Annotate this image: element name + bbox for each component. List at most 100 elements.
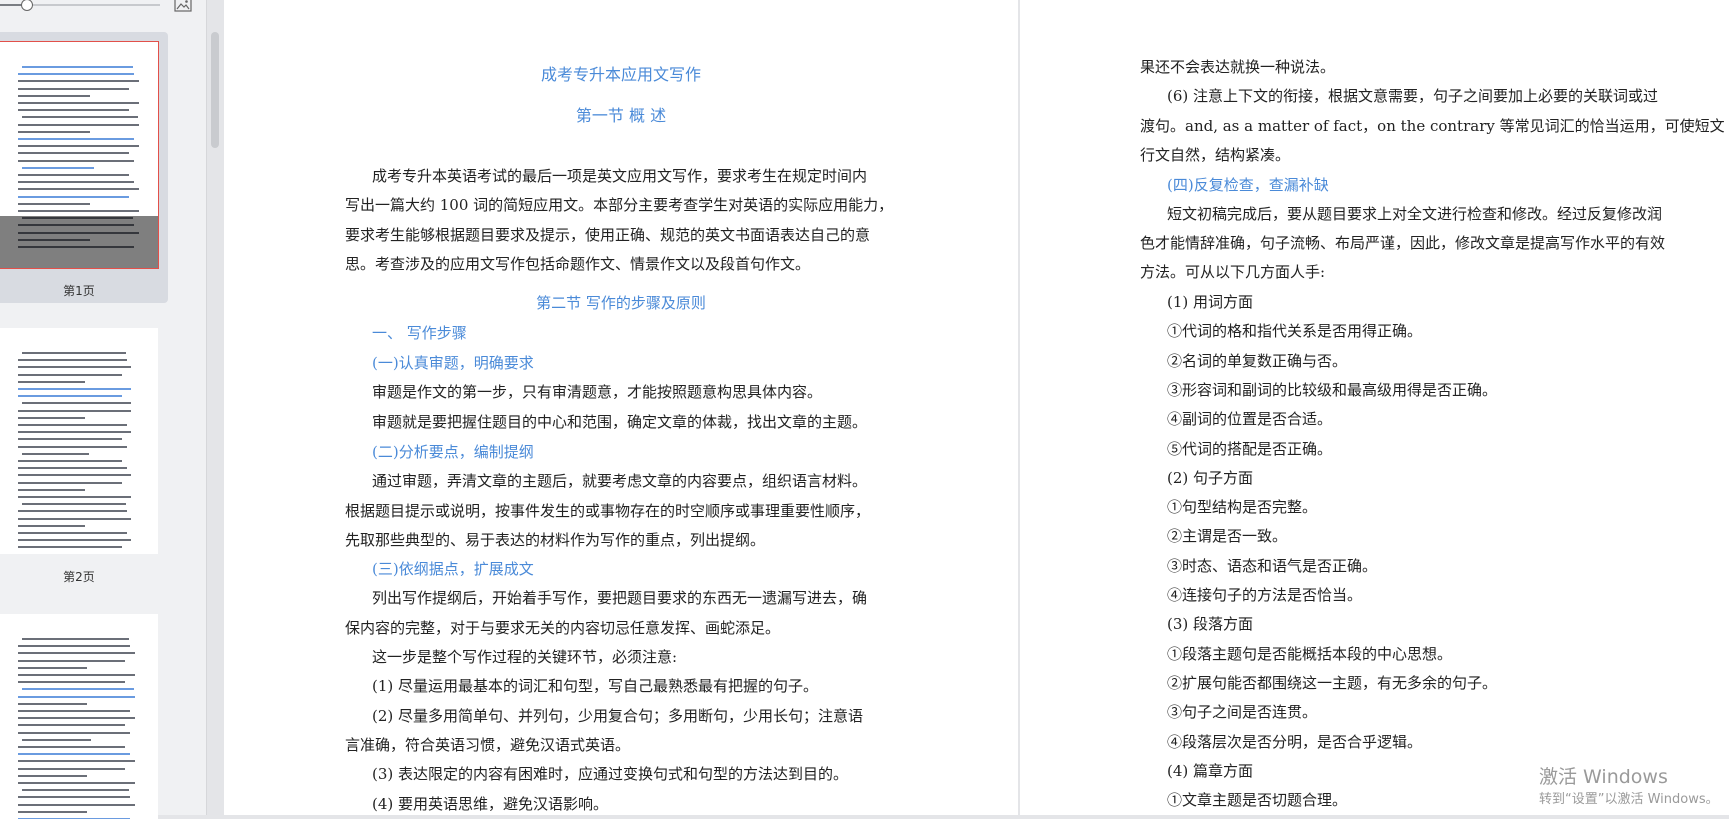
thumbnail-zoom-row bbox=[0, 0, 206, 18]
checklist-item: (2) 句子方面 bbox=[1167, 468, 1254, 487]
body-line: 保内容的完整，对于与要求无关的内容切忌任意发挥、画蛇添足。 bbox=[345, 619, 781, 637]
thumbnail-text-line bbox=[22, 452, 90, 455]
checklist-item: ④段落层次是否分明，是否合乎逻辑。 bbox=[1167, 732, 1423, 751]
thumbnail-text-line bbox=[22, 116, 138, 119]
thumbnail-text-line bbox=[18, 782, 136, 784]
checklist-item: ②主谓是否一致。 bbox=[1167, 527, 1288, 546]
thumbnail-text-line bbox=[22, 402, 131, 405]
thumbnail-text-line bbox=[18, 460, 122, 462]
thumbnail-page-3[interactable] bbox=[0, 604, 168, 819]
image-icon[interactable] bbox=[174, 0, 192, 12]
thumbnail-text-line bbox=[18, 753, 131, 756]
checklist-item: ④连接句子的方法是否恰当。 bbox=[1167, 586, 1363, 604]
thumbnail-zoom-slider[interactable] bbox=[0, 0, 160, 11]
thumbnail-text-line bbox=[18, 102, 139, 104]
thumbnail-text-line bbox=[18, 803, 136, 806]
thumbnail-text-line bbox=[18, 409, 132, 412]
viewport-overlay bbox=[0, 216, 158, 268]
checklist-item: (1) 用词方面 bbox=[1167, 293, 1254, 311]
body-line: 审题是作文的第一步，只有审清题意，才能按照题意构思具体内容。 bbox=[372, 383, 823, 401]
thumbnail-text-line bbox=[18, 510, 127, 513]
thumbnail-text-line bbox=[22, 503, 126, 506]
body-line: (1) 尽量运用最基本的词汇和句型，写自己最熟悉最有把握的句子。 bbox=[372, 677, 819, 695]
body-line: 列出写作提纲后，开始着手写作，要把题目要求的东西无一遗漏写进去，确 bbox=[372, 589, 868, 607]
thumbnail-text-line bbox=[18, 659, 126, 662]
thumbnail-text-line bbox=[18, 174, 129, 176]
checklist-item: ③时态、语态和语气是否正确。 bbox=[1167, 556, 1378, 575]
body-line: 行文自然，结构紧凑。 bbox=[1140, 146, 1291, 164]
body-line: 根据题目提示或说明，按事件发生的或事物存在的时空顺序或事理重要性顺序， bbox=[345, 502, 871, 520]
thumbnail-text-line bbox=[18, 416, 86, 419]
thumbnail-scrollbar[interactable] bbox=[211, 32, 219, 148]
checklist-item: (3) 段落方面 bbox=[1167, 615, 1254, 634]
checklist-item: ①段落主题句是否能概括本段的中心思想。 bbox=[1167, 644, 1453, 663]
thumbnail-text-line bbox=[18, 481, 122, 484]
thumbnail-text-line bbox=[18, 80, 139, 83]
thumbnail-text-line bbox=[18, 774, 88, 777]
slider-knob[interactable] bbox=[20, 0, 33, 11]
thumbnail-text-line bbox=[18, 488, 86, 491]
thumbnail-text-line bbox=[22, 688, 135, 691]
thumbnail-text-line bbox=[18, 666, 88, 669]
thumbnail-text-line bbox=[18, 474, 132, 477]
thumbnail-text-line bbox=[18, 796, 131, 799]
thumbnail-text-line bbox=[18, 695, 136, 698]
activation-watermark-subtitle: 转到“设置”以激活 Windows。 bbox=[1539, 792, 1719, 807]
thumbnail-text-line bbox=[22, 352, 126, 354]
thumbnail-text-line bbox=[18, 188, 139, 191]
thumbnail-text-line bbox=[18, 431, 132, 434]
thumbnail-text-line bbox=[18, 373, 122, 376]
thumbnail-text-line bbox=[18, 109, 129, 112]
intro-line: 要求考生能够根据题目要求及提示，使用正确、规范的英文书面语表达自己的意 bbox=[345, 226, 871, 244]
body-line: 通过审题，弄清文章的主题后，就要考虑文章的内容要点，组织语言材料。 bbox=[372, 472, 868, 490]
thumbnail-page-2[interactable]: 第2页 bbox=[0, 318, 168, 588]
body-line: 短文初稿完成后，要从题目要求上对全文进行检查和修改。经过反复修改润 bbox=[1167, 205, 1663, 223]
thumbnail-text-line bbox=[18, 195, 129, 198]
thumbnail-text-line bbox=[18, 123, 139, 126]
activation-watermark-title: 激活 Windows bbox=[1539, 766, 1668, 788]
thumbnail-label-2: 第2页 bbox=[63, 570, 95, 584]
thumbnail-text-line bbox=[18, 724, 126, 727]
thumbnail-text-line bbox=[18, 746, 126, 748]
subheading-steps: 一、 写作步骤 bbox=[372, 324, 467, 342]
thumbnail-text-line bbox=[18, 181, 134, 184]
thumbnail-text-line bbox=[18, 645, 131, 648]
thumbnail-text-line bbox=[18, 159, 134, 162]
document-title: 成考专升本应用文写作 bbox=[540, 65, 701, 84]
thumbnail-text-line bbox=[18, 710, 131, 712]
checklist-item: ④副词的位置是否合适。 bbox=[1167, 410, 1333, 429]
document-page-1: 成考专升本应用文写作 第一节 概 述 成考专升本英语考试的最后一项是英文应用文写… bbox=[224, 0, 1018, 815]
body-line: 这一步是整个写作过程的关键环节，必须注意: bbox=[372, 648, 678, 666]
section-heading-2: 第二节 写作的步骤及原则 bbox=[536, 294, 706, 312]
subheading-2: (二)分析要点，编制提纲 bbox=[372, 443, 534, 461]
checklist-item: ③形容词和副词的比较级和最高级用得是否正确。 bbox=[1167, 380, 1498, 399]
subheading-3: (三)依纲据点，扩展成文 bbox=[372, 560, 534, 578]
thumbnail-text-line bbox=[18, 467, 127, 470]
thumbnail-label-1: 第1页 bbox=[63, 284, 95, 298]
thumbnail-text-line bbox=[18, 94, 90, 97]
thumbnail-text-line bbox=[18, 717, 136, 720]
body-line: 先取那些典型的、易于表达的材料作为写作的重点，列出提纲。 bbox=[345, 531, 766, 549]
checklist-item: ①句型结构是否完整。 bbox=[1167, 498, 1318, 517]
thumbnail-text-line bbox=[18, 424, 127, 426]
thumbnail-text-line bbox=[18, 388, 132, 390]
body-line: (4) 要用英语思维，避免汉语影响。 bbox=[372, 795, 609, 813]
thumbnail-text-line bbox=[18, 546, 122, 549]
checklist-item: ②扩展句能否都围绕这一主题，有无多余的句子。 bbox=[1167, 673, 1498, 692]
thumbnail-text-line bbox=[18, 674, 136, 676]
thumbnail-text-line bbox=[22, 789, 130, 792]
thumbnail-text-line bbox=[18, 524, 86, 527]
thumbnail-text-line bbox=[18, 445, 127, 448]
thumbnail-text-line bbox=[18, 532, 127, 534]
thumbnail-text-line bbox=[18, 652, 136, 655]
thumbnail-image-3 bbox=[0, 614, 158, 819]
thumbnail-panel: 第1页 第2页 bbox=[0, 0, 207, 819]
thumbnail-text-line bbox=[22, 738, 92, 741]
thumbnail-text-line bbox=[18, 380, 86, 383]
subheading-1: (一)认真审题，明确要求 bbox=[372, 354, 534, 372]
body-line: 方法。可从以下几方面人手: bbox=[1140, 263, 1326, 281]
thumbnail-page-1[interactable]: 第1页 bbox=[0, 32, 168, 303]
thumbnail-text-line bbox=[18, 210, 139, 212]
thumbnail-text-line bbox=[18, 152, 129, 155]
body-line: 色才能情辞准确，句子流畅、布局严谨，因此，修改文章是提高写作水平的有效 bbox=[1140, 234, 1666, 252]
